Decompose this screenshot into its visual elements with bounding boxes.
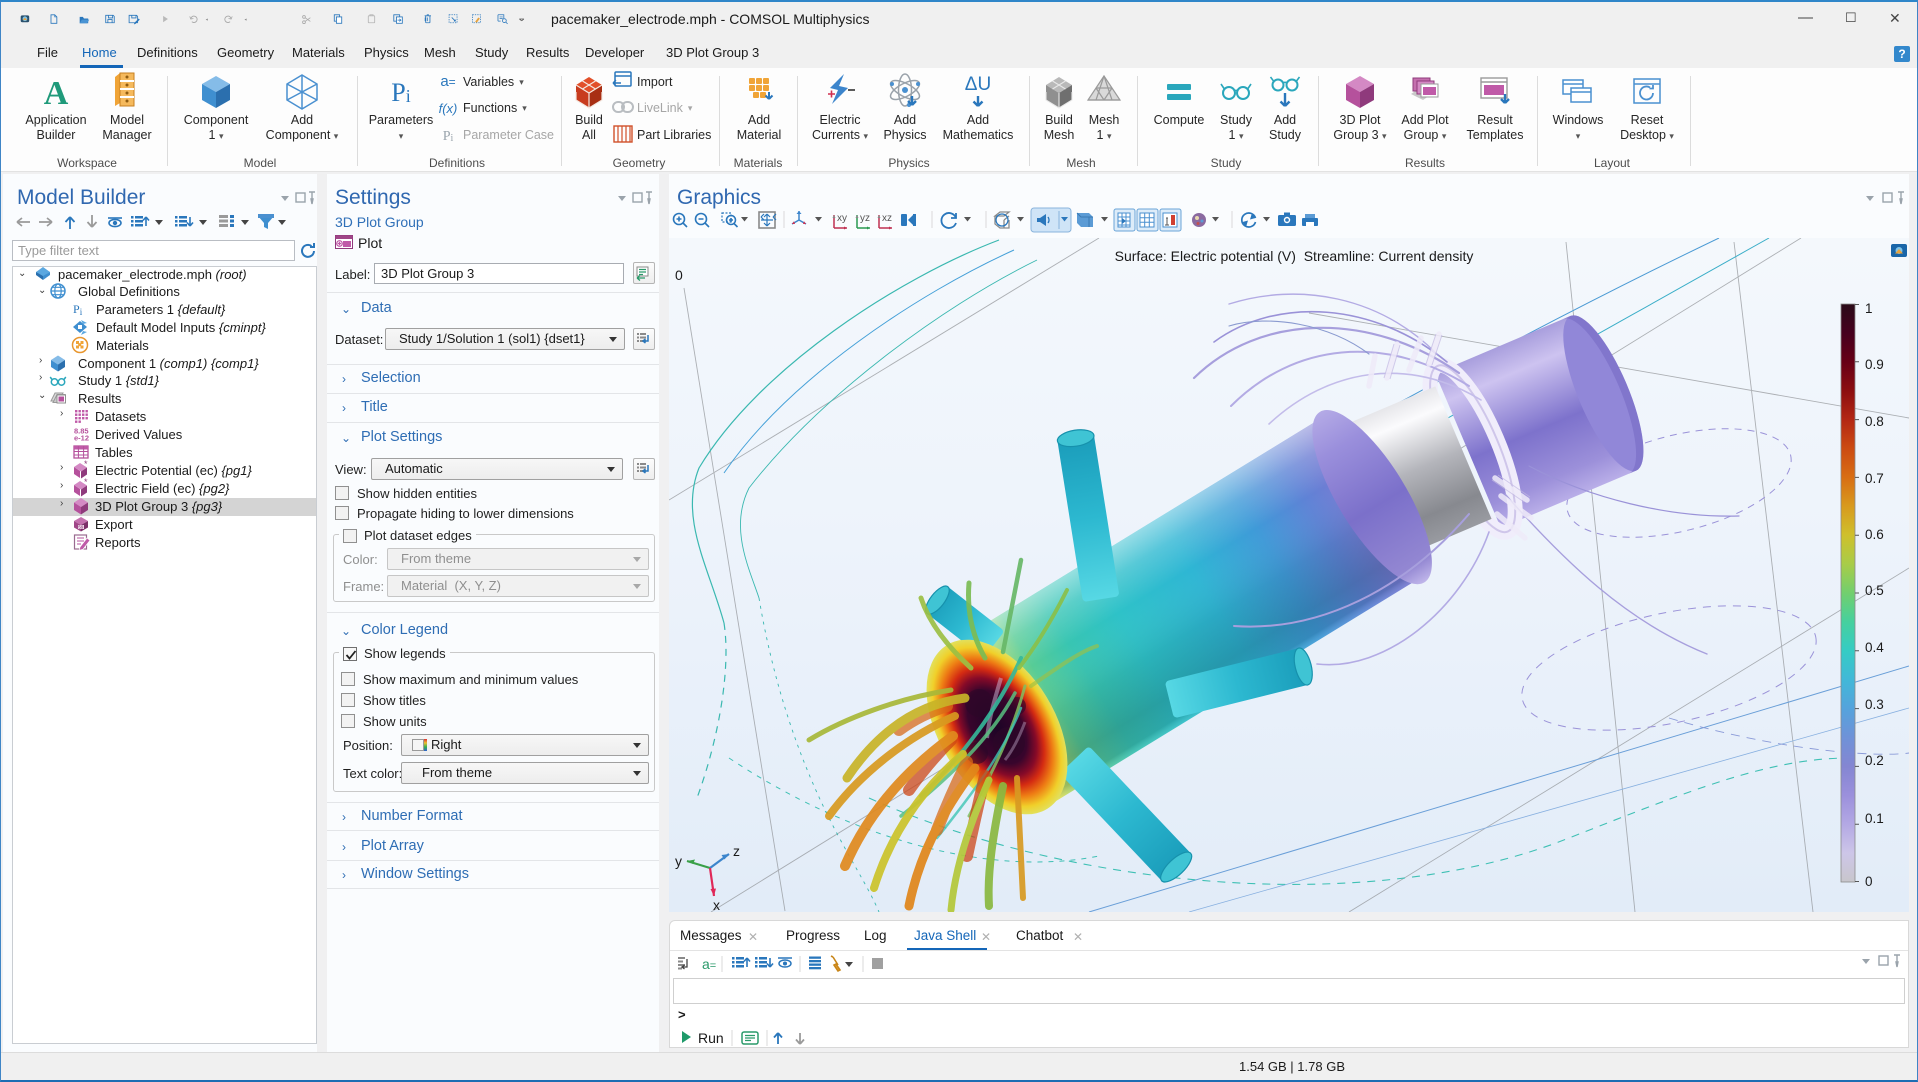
svg-text:0: 0 bbox=[1865, 874, 1873, 889]
svg-text:y: y bbox=[675, 853, 682, 869]
svg-text:a=: a= bbox=[702, 956, 716, 972]
svg-text:Pi: Pi bbox=[443, 129, 454, 144]
svg-text:*: * bbox=[84, 477, 88, 487]
svg-text:Surface: Electric potential (V: Surface: Electric potential (V) Streamli… bbox=[1115, 248, 1474, 264]
svg-text:0.7: 0.7 bbox=[1865, 471, 1884, 486]
svg-text:z: z bbox=[733, 843, 740, 859]
svg-text:a=: a= bbox=[440, 73, 455, 90]
svg-text:*: * bbox=[84, 459, 88, 469]
svg-text:0.2: 0.2 bbox=[1865, 753, 1884, 768]
svg-text:0.1: 0.1 bbox=[1865, 811, 1884, 826]
svg-text:59: 59 bbox=[78, 525, 84, 530]
svg-text:e-12: e-12 bbox=[74, 434, 89, 443]
svg-text:0.3: 0.3 bbox=[1865, 697, 1884, 712]
svg-text:1: 1 bbox=[1865, 301, 1873, 316]
svg-text:xy: xy bbox=[837, 213, 847, 224]
svg-text:0.5: 0.5 bbox=[1865, 583, 1884, 598]
svg-text:f(x): f(x) bbox=[439, 101, 458, 116]
svg-text:0.6: 0.6 bbox=[1865, 527, 1884, 542]
svg-text:Pi: Pi bbox=[73, 302, 83, 317]
svg-text:0.9: 0.9 bbox=[1865, 357, 1884, 372]
svg-text:0.8: 0.8 bbox=[1865, 414, 1884, 429]
svg-text:xz: xz bbox=[882, 213, 892, 224]
svg-text:0.4: 0.4 bbox=[1865, 640, 1884, 655]
svg-text:x: x bbox=[713, 897, 720, 912]
svg-text:0: 0 bbox=[675, 267, 683, 283]
svg-text:Run: Run bbox=[698, 1030, 724, 1046]
svg-text:yz: yz bbox=[860, 213, 870, 224]
